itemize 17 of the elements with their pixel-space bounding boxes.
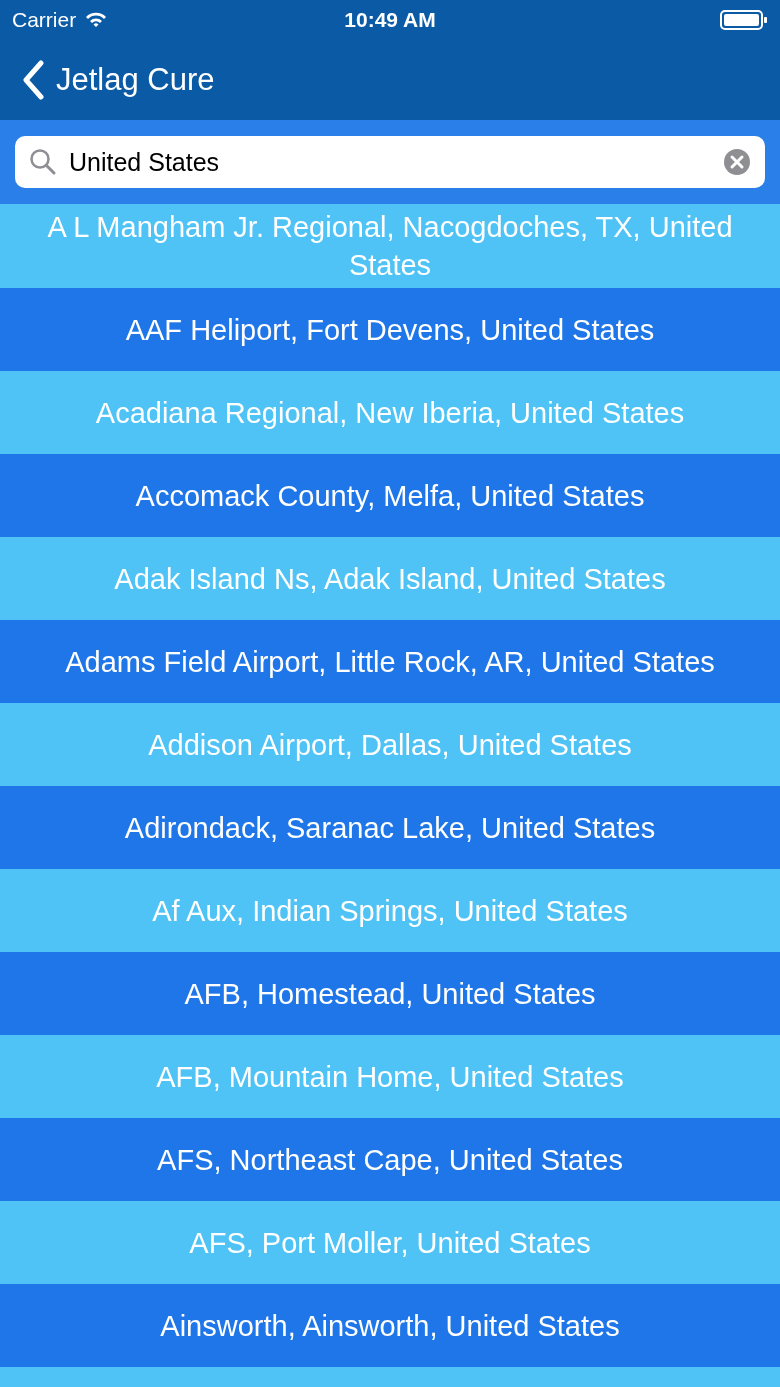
battery-icon [720, 10, 768, 30]
status-time: 10:49 AM [344, 8, 436, 32]
clear-icon[interactable] [723, 148, 751, 176]
carrier-label: Carrier [12, 8, 77, 32]
search-icon [29, 148, 57, 176]
wifi-icon [84, 11, 109, 29]
result-row[interactable]: AFS, Northeast Cape, United States [0, 1118, 780, 1201]
back-button[interactable]: Jetlag Cure [22, 60, 215, 100]
result-row[interactable]: Ainsworth, Ainsworth, United States [0, 1284, 780, 1367]
result-row[interactable]: Adams Field Airport, Little Rock, AR, United States [0, 620, 780, 703]
search-query: United States [69, 147, 221, 177]
chevron-left-icon [22, 60, 44, 100]
result-row[interactable]: AFB, Homestead, United States [0, 952, 780, 1035]
search-field[interactable]: United States [15, 136, 765, 188]
result-row[interactable]: AAF Heliport, Fort Devens, United States [0, 288, 780, 371]
result-row[interactable]: Accomack County, Melfa, United States [0, 454, 780, 537]
result-row[interactable]: Adirondack, Saranac Lake, United States [0, 786, 780, 869]
